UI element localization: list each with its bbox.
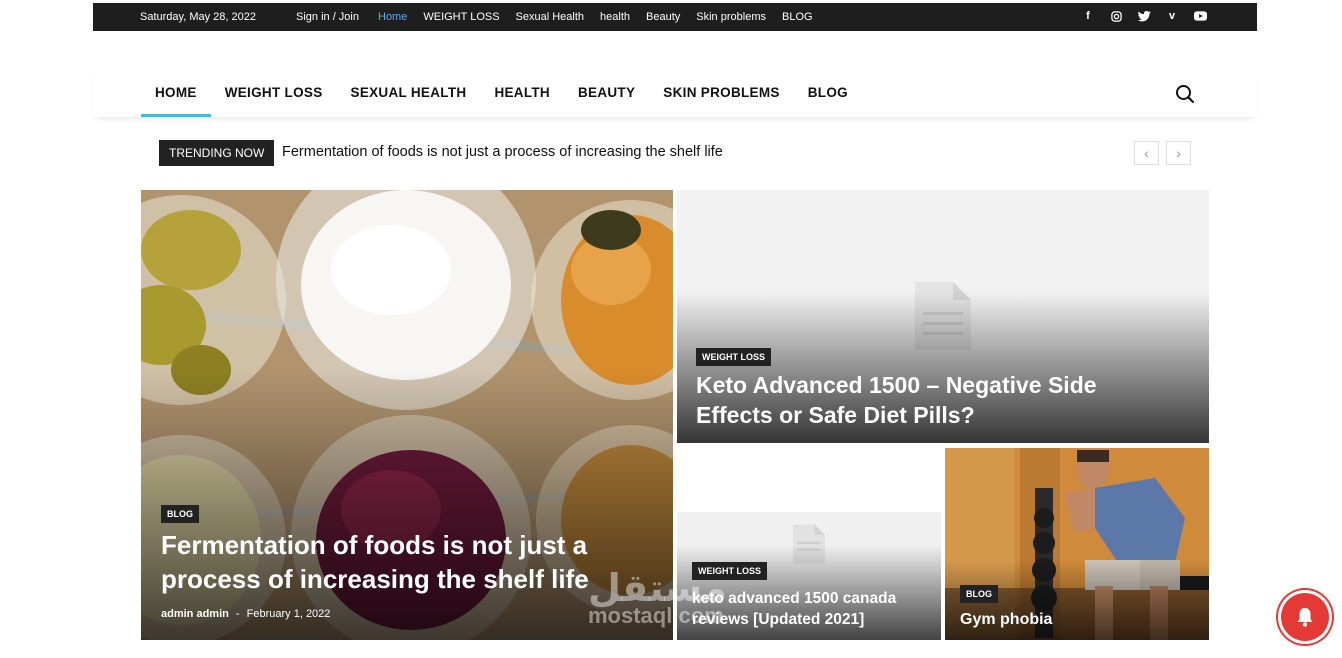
nav-item-skin-problems[interactable]: SKIN PROBLEMS — [649, 70, 793, 117]
main-navigation: HOME WEIGHT LOSS SEXUAL HEALTH HEALTH BE… — [93, 70, 1257, 117]
top-menu: Home WEIGHT LOSS Sexual Health health Be… — [378, 11, 813, 23]
top-link-blog[interactable]: BLOG — [782, 11, 813, 23]
social-links: f v — [1081, 9, 1207, 23]
vimeo-icon[interactable]: v — [1165, 9, 1179, 23]
sign-in-link[interactable]: Sign in / Join — [296, 11, 359, 23]
top-bar: Saturday, May 28, 2022 Sign in / Join Ho… — [93, 3, 1257, 31]
byline-separator: - — [235, 608, 240, 620]
nav-item-sexual-health[interactable]: SEXUAL HEALTH — [337, 70, 481, 117]
top-link-beauty[interactable]: Beauty — [646, 11, 680, 23]
top-link-sexual-health[interactable]: Sexual Health — [516, 11, 585, 23]
nav-item-health[interactable]: HEALTH — [480, 70, 564, 117]
top-link-skin-problems[interactable]: Skin problems — [696, 11, 766, 23]
featured-post-top-right[interactable]: WEIGHT LOSS Keto Advanced 1500 – Negativ… — [677, 190, 1209, 443]
watermark: مستقل mostaql.com — [588, 568, 727, 628]
top-link-home[interactable]: Home — [378, 11, 407, 23]
category-badge[interactable]: BLOG — [960, 585, 998, 603]
youtube-icon[interactable] — [1193, 9, 1207, 23]
main-post-title-line2: process of increasing the shelf life — [161, 564, 589, 594]
bell-icon — [1297, 608, 1313, 627]
watermark-arabic: مستقل — [588, 566, 727, 610]
main-post-title-line1: Fermentation of foods is not just a — [161, 530, 588, 560]
current-date: Saturday, May 28, 2022 — [140, 11, 256, 23]
top-right-post-meta: WEIGHT LOSS — [696, 347, 771, 366]
top-link-health[interactable]: health — [600, 11, 630, 23]
top-link-weight-loss[interactable]: WEIGHT LOSS — [423, 11, 499, 23]
post-date: February 1, 2022 — [246, 608, 331, 620]
notification-bell-button[interactable] — [1281, 593, 1329, 641]
main-menu: HOME WEIGHT LOSS SEXUAL HEALTH HEALTH BE… — [141, 70, 862, 117]
instagram-icon[interactable] — [1109, 9, 1123, 23]
top-right-post-title[interactable]: Keto Advanced 1500 – Negative Side Effec… — [696, 370, 1097, 430]
top-right-title-line2: Effects or Safe Diet Pills? — [696, 402, 975, 428]
search-icon[interactable] — [1175, 84, 1195, 104]
trending-title-link[interactable]: Fermentation of foods is not just a proc… — [282, 144, 723, 160]
category-badge[interactable]: BLOG — [161, 505, 199, 523]
facebook-icon[interactable]: f — [1081, 9, 1095, 23]
top-right-title-line1: Keto Advanced 1500 – Negative Side — [696, 372, 1097, 398]
trending-prev-button[interactable]: ‹ — [1134, 141, 1159, 165]
featured-post-bottom-right[interactable]: BLOG Gym phobia — [945, 448, 1209, 640]
author-link[interactable]: admin admin — [161, 608, 229, 620]
nav-item-home[interactable]: HOME — [141, 70, 211, 117]
nav-item-weight-loss[interactable]: WEIGHT LOSS — [211, 70, 337, 117]
bottom-right-post-meta: BLOG — [960, 584, 998, 603]
watermark-latin: mostaql.com — [588, 603, 724, 628]
main-post-title[interactable]: Fermentation of foods is not just a proc… — [161, 528, 589, 596]
main-post-meta: BLOG — [161, 504, 199, 523]
twitter-icon[interactable] — [1137, 9, 1151, 23]
main-post-byline: admin admin - February 1, 2022 — [161, 608, 330, 620]
nav-item-blog[interactable]: BLOG — [794, 70, 862, 117]
category-badge[interactable]: WEIGHT LOSS — [696, 348, 771, 366]
trending-bar: TRENDING NOW Fermentation of foods is no… — [159, 140, 1191, 166]
trending-label: TRENDING NOW — [159, 140, 275, 166]
bottom-right-post-title[interactable]: Gym phobia — [960, 609, 1052, 630]
trending-next-button[interactable]: › — [1166, 141, 1191, 165]
nav-item-beauty[interactable]: BEAUTY — [564, 70, 649, 117]
